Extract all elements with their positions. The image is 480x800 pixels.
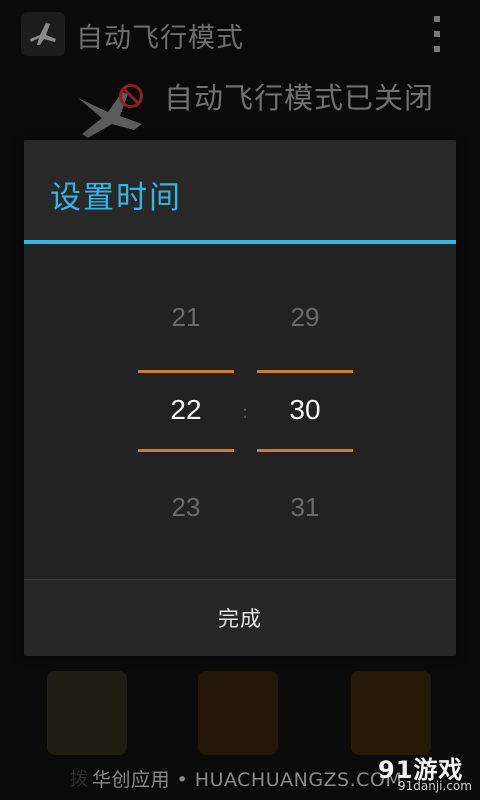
- brand-url: 91danji.com: [398, 779, 472, 793]
- action-bar: 自动飞行模式: [0, 0, 480, 68]
- time-separator: :: [241, 402, 249, 423]
- hour-next-value[interactable]: 23: [138, 492, 234, 523]
- minute-picker[interactable]: 29 30 31: [257, 244, 353, 579]
- minute-selection-line-top: [257, 370, 353, 373]
- airplane-icon: [21, 12, 65, 56]
- hour-picker[interactable]: 21 22 23: [138, 244, 234, 579]
- set-time-dialog: 设置时间 21 22 23 : 29 30 31 完成: [24, 140, 456, 656]
- minute-next-value[interactable]: 31: [257, 492, 353, 523]
- hour-current-value[interactable]: 22: [138, 394, 234, 426]
- done-button[interactable]: 完成: [24, 580, 456, 656]
- hour-selection-line-bottom: [138, 449, 234, 452]
- screen: 自动飞行模式 自动飞行模式已关闭 拨 华创应用 • HUACHUANGZS.CO…: [0, 0, 480, 800]
- minute-selection-line-bottom: [257, 449, 353, 452]
- messages-app-icon: [351, 671, 431, 755]
- hour-prev-value[interactable]: 21: [138, 302, 234, 333]
- phone-app-icon: [47, 671, 127, 755]
- time-picker: 21 22 23 : 29 30 31: [24, 244, 456, 579]
- app-title: 自动飞行模式: [76, 23, 244, 54]
- contacts-app-icon: [198, 671, 278, 755]
- hour-selection-line-top: [138, 370, 234, 373]
- minute-current-value[interactable]: 30: [257, 394, 353, 426]
- dock-label: 拨: [70, 769, 88, 790]
- brand-logo: 91游戏 91danji.com: [376, 750, 472, 796]
- status-text: 自动飞行模式已关闭: [164, 81, 435, 115]
- overflow-menu-icon[interactable]: [430, 16, 444, 52]
- disabled-icon: [119, 84, 143, 108]
- status-row: 自动飞行模式已关闭: [118, 74, 434, 118]
- watermark: 华创应用 • HUACHUANGZS.COM: [92, 769, 403, 791]
- dialog-header: 设置时间: [24, 140, 456, 240]
- dialog-title: 设置时间: [50, 180, 182, 216]
- minute-prev-value[interactable]: 29: [257, 302, 353, 333]
